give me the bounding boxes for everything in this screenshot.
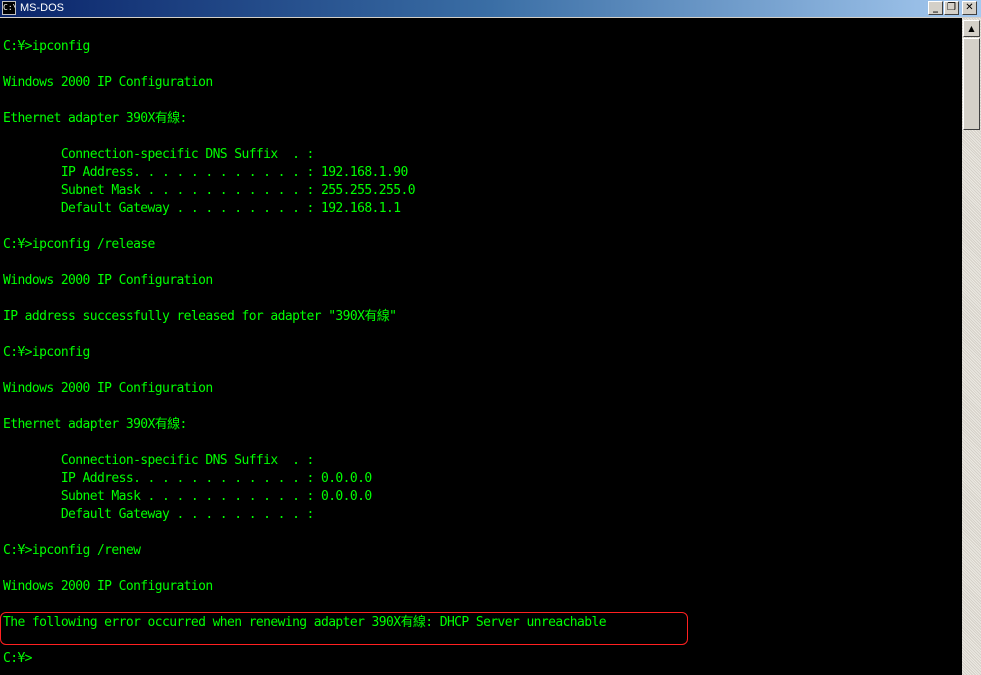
- console-line: Ethernet adapter 390X有線:: [3, 111, 187, 126]
- minimize-button[interactable]: _: [928, 1, 943, 15]
- console-line: Connection-specific DNS Suffix . :: [3, 147, 315, 162]
- console-prompt: C:¥>: [3, 651, 33, 666]
- console-line: Ethernet adapter 390X有線:: [3, 417, 187, 432]
- console-line: Default Gateway . . . . . . . . . : 192.…: [3, 201, 401, 216]
- console-output[interactable]: C:¥>ipconfig Windows 2000 IP Configurati…: [0, 18, 962, 675]
- scrollbar-thumb[interactable]: [963, 38, 980, 130]
- console-line: Subnet Mask . . . . . . . . . . . : 0.0.…: [3, 489, 372, 504]
- msdos-icon[interactable]: C:\: [2, 1, 16, 15]
- console-line: C:¥>ipconfig /renew: [3, 543, 141, 558]
- title-bar[interactable]: C:\ MS-DOS _ ❐ ✕: [0, 0, 981, 17]
- window-title: MS-DOS: [20, 2, 64, 14]
- console-line: Subnet Mask . . . . . . . . . . . : 255.…: [3, 183, 416, 198]
- scroll-up-arrow-icon[interactable]: ▲: [963, 20, 980, 37]
- vertical-scrollbar[interactable]: ▲: [962, 18, 981, 675]
- console-line: C:¥>ipconfig: [3, 345, 90, 360]
- console-line: Connection-specific DNS Suffix . :: [3, 453, 315, 468]
- maximize-button[interactable]: ❐: [944, 1, 959, 15]
- console-line: C:¥>ipconfig /release: [3, 237, 155, 252]
- console-line: IP Address. . . . . . . . . . . . : 0.0.…: [3, 471, 372, 486]
- console-line: Windows 2000 IP Configuration: [3, 273, 213, 288]
- close-button[interactable]: ✕: [962, 1, 977, 15]
- console-line: IP Address. . . . . . . . . . . . : 192.…: [3, 165, 408, 180]
- error-highlight-box: [0, 612, 688, 645]
- console-line: Windows 2000 IP Configuration: [3, 381, 213, 396]
- console-line: Windows 2000 IP Configuration: [3, 579, 213, 594]
- console-line: IP address successfully released for ada…: [3, 309, 397, 324]
- console-line: C:¥>ipconfig: [3, 39, 90, 54]
- console-line: Windows 2000 IP Configuration: [3, 75, 213, 90]
- console-line: Default Gateway . . . . . . . . . :: [3, 507, 315, 522]
